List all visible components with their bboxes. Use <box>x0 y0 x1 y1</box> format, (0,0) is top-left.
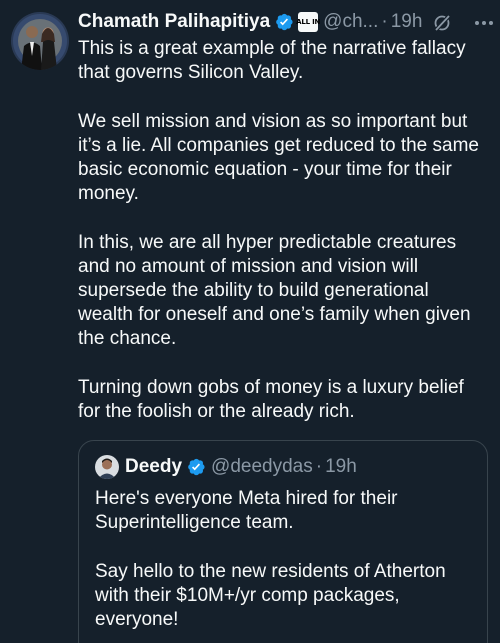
author-name[interactable]: Chamath Palihapitiya <box>78 11 270 33</box>
quoted-tweet-header: Deedy @deedydas · 19h <box>95 455 357 479</box>
more-options-icon[interactable] <box>472 13 496 33</box>
tweet-paragraph: This is a great example of the narrative… <box>78 38 466 84</box>
tweet[interactable]: Chamath Palihapitiya ALL IN @ch... · 19h… <box>0 0 500 643</box>
quoted-tweet-paragraph: Say hello to the new residents of Athert… <box>95 560 446 630</box>
quoted-tweet-paragraph: Here's everyone Meta hired for their Sup… <box>95 488 398 534</box>
tweet-timestamp[interactable]: 19h <box>391 11 423 33</box>
separator-dot: · <box>381 11 388 32</box>
author-handle[interactable]: @ch... <box>323 11 378 33</box>
tweet-content: Chamath Palihapitiya ALL IN @ch... · 19h… <box>78 8 488 424</box>
verified-badge-icon[interactable] <box>186 457 206 477</box>
quoted-author-avatar[interactable] <box>95 455 119 479</box>
author-avatar[interactable] <box>11 12 69 70</box>
affiliate-badge-icon[interactable]: ALL IN <box>296 12 321 32</box>
separator-dot: · <box>315 456 323 477</box>
verified-badge-icon[interactable] <box>274 12 294 32</box>
tweet-text: This is a great example of the narrative… <box>78 37 488 424</box>
tweet-paragraph: Turning down gobs of money is a luxury b… <box>78 376 464 422</box>
quoted-tweet-timestamp[interactable]: 19h <box>325 456 357 478</box>
quoted-tweet-text: Here's everyone Meta hired for their Sup… <box>95 487 475 643</box>
quoted-author-handle[interactable]: @deedydas <box>211 456 313 478</box>
tweet-header: Chamath Palihapitiya ALL IN @ch... · 19h <box>78 8 488 36</box>
affiliate-badge-label: ALL IN <box>296 17 321 26</box>
quoted-tweet[interactable]: Deedy @deedydas · 19h Here's everyone Me… <box>78 440 488 643</box>
grok-icon[interactable] <box>432 13 452 33</box>
tweet-paragraph: In this, we are all hyper predictable cr… <box>78 231 471 350</box>
quoted-author-name[interactable]: Deedy <box>125 456 182 478</box>
tweet-paragraph: We sell mission and vision as so importa… <box>78 110 479 205</box>
